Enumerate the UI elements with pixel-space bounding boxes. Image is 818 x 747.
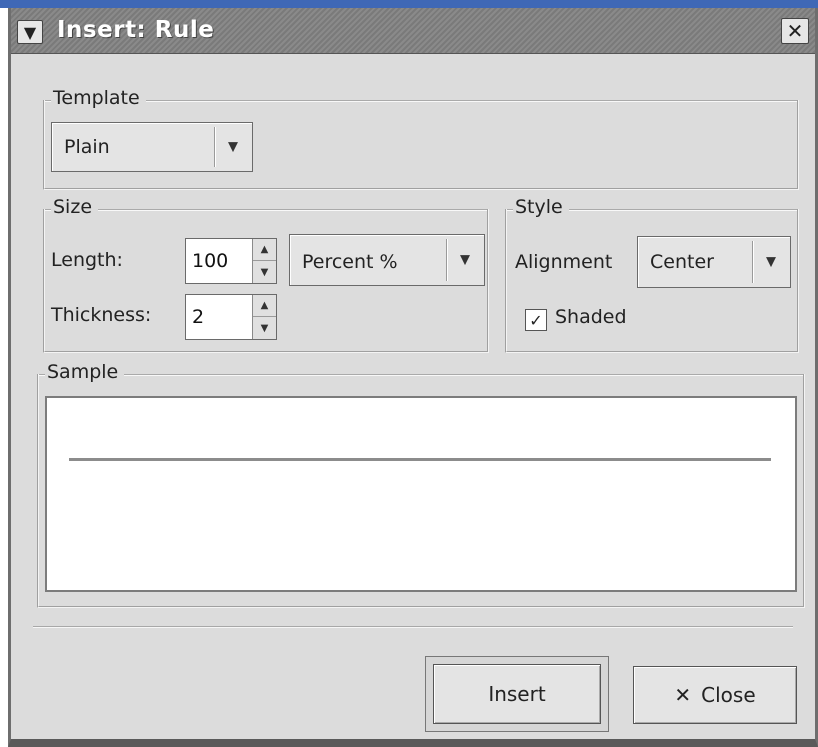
alignment-select[interactable]: Center ▼ xyxy=(637,236,791,288)
chevron-down-icon: ▼ xyxy=(23,22,37,42)
chevron-down-icon: ▼ xyxy=(228,139,238,155)
insert-rule-dialog: ▼ Insert: Rule ✕ Template Plain ▼ Size L… xyxy=(8,8,818,747)
close-button-label: Close xyxy=(701,683,756,707)
insert-button-label: Insert xyxy=(488,682,546,706)
button-separator xyxy=(33,626,793,628)
length-increment-button[interactable]: ▲ xyxy=(253,239,276,261)
thickness-increment-button[interactable]: ▲ xyxy=(253,295,276,317)
template-select-value: Plain xyxy=(64,136,110,158)
close-icon: ✕ xyxy=(674,683,692,707)
length-spin-buttons: ▲ ▼ xyxy=(252,239,276,283)
combo-separator xyxy=(214,127,216,167)
close-icon: ✕ xyxy=(786,19,804,43)
thickness-decrement-button[interactable]: ▼ xyxy=(253,317,276,339)
length-spinbox[interactable]: 100 ▲ ▼ xyxy=(185,238,277,284)
thickness-spin-buttons: ▲ ▼ xyxy=(252,295,276,339)
alignment-value: Center xyxy=(650,251,714,273)
alignment-label: Alignment xyxy=(515,251,613,273)
length-unit-value: Percent % xyxy=(302,251,398,273)
thickness-label: Thickness: xyxy=(51,304,152,326)
dialog-body: Template Plain ▼ Size Length: 100 ▲ ▼ Pe… xyxy=(29,66,805,739)
size-legend: Size xyxy=(51,196,99,218)
sample-preview xyxy=(45,396,797,592)
thickness-spinbox[interactable]: 2 ▲ ▼ xyxy=(185,294,277,340)
screen-top-accent xyxy=(0,0,818,8)
chevron-down-icon: ▼ xyxy=(460,252,470,268)
group-border xyxy=(45,209,487,211)
sample-legend: Sample xyxy=(45,361,125,383)
group-border xyxy=(45,100,797,102)
sample-horizontal-rule xyxy=(69,458,771,461)
window-title: Insert: Rule xyxy=(57,17,215,43)
template-select[interactable]: Plain ▼ xyxy=(51,122,253,172)
style-legend: Style xyxy=(513,196,569,218)
combo-separator xyxy=(752,241,754,283)
template-legend: Template xyxy=(51,87,146,109)
titlebar: ▼ Insert: Rule ✕ xyxy=(11,8,815,54)
length-unit-select[interactable]: Percent % ▼ xyxy=(289,234,485,286)
length-value: 100 xyxy=(192,250,229,272)
checkmark-icon: ✓ xyxy=(529,310,543,330)
length-label: Length: xyxy=(51,249,123,271)
window-menu-button[interactable]: ▼ xyxy=(17,20,43,44)
chevron-down-icon: ▼ xyxy=(766,254,776,270)
thickness-value: 2 xyxy=(192,306,205,328)
combo-separator xyxy=(446,239,448,281)
window-close-button[interactable]: ✕ xyxy=(781,18,809,44)
shaded-checkbox[interactable]: ✓ xyxy=(525,309,547,331)
close-button[interactable]: ✕ Close xyxy=(633,666,797,724)
insert-button[interactable]: Insert xyxy=(433,664,601,724)
shaded-label: Shaded xyxy=(555,306,627,328)
group-border xyxy=(39,374,803,376)
length-decrement-button[interactable]: ▼ xyxy=(253,261,276,283)
